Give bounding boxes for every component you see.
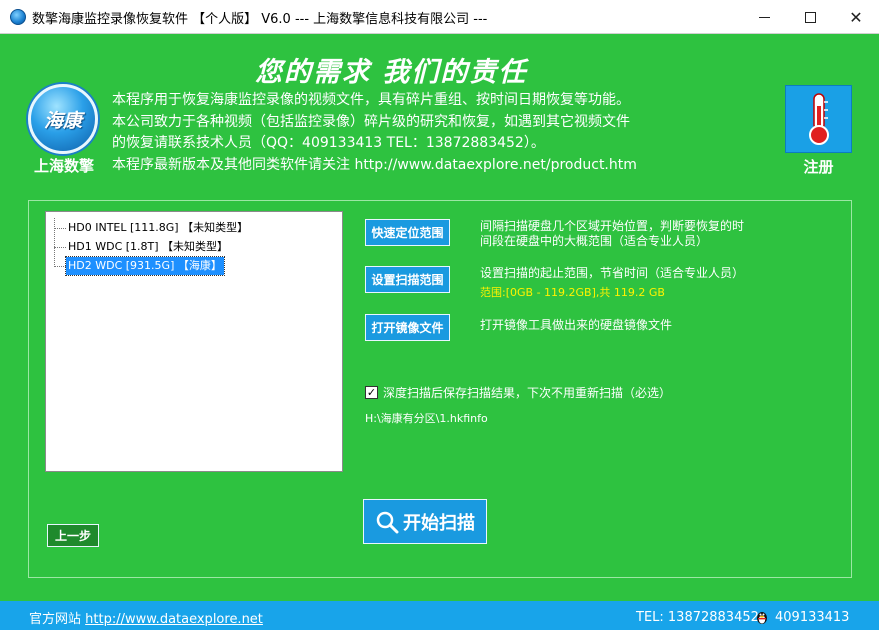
minimize-icon <box>758 16 770 18</box>
thermometer-icon <box>808 93 829 145</box>
scan-range-text: 范围:[0GB - 119.2GB],共 119.2 GB <box>480 286 665 299</box>
maximize-button[interactable] <box>787 0 833 34</box>
company-logo: 海康 <box>28 84 98 154</box>
disk-label: HD1 WDC [1.8T] 【未知类型】 <box>68 240 229 253</box>
footer-bar: 官方网站 http://www.dataexplore.net TEL: 138… <box>0 601 879 630</box>
maximize-icon <box>804 11 816 23</box>
tree-connector <box>54 266 66 267</box>
description-line: 本程序最新版本及其他同类软件请关注 http://www.dataexplore… <box>112 156 637 173</box>
title-bar: 数擎海康监控录像恢复软件 【个人版】 V6.0 --- 上海数擎信息科技有限公司… <box>0 0 879 34</box>
set-range-description: 设置扫描的起止范围，节省时间（适合专业人员） <box>480 266 745 280</box>
description-line: 本公司致力于各种视频（包括监控录像）碎片级的研究和恢复，如遇到其它视频文件 <box>112 113 630 130</box>
site-label: 官方网站 <box>29 612 82 627</box>
close-icon: ✕ <box>849 7 863 27</box>
quick-locate-button[interactable]: 快速定位范围 <box>365 219 450 246</box>
save-results-checkbox[interactable]: ✓ <box>365 385 378 399</box>
open-image-button[interactable]: 打开镜像文件 <box>365 314 450 341</box>
description-line: 的恢复请联系技术人员（QQ：409133413 TEL：13872883452）… <box>112 135 545 151</box>
start-scan-button[interactable]: 开始扫描 <box>363 499 487 544</box>
disk-tree[interactable]: HD0 INTEL [111.8G] 【未知类型】 HD1 WDC [1.8T]… <box>45 211 343 472</box>
quick-locate-description: 间隔扫描硬盘几个区域开始位置，判断要恢复的时 间段在硬盘中的大概范围（适合专业人… <box>480 219 744 249</box>
footer-tel: TEL: 13872883452 <box>636 610 759 625</box>
save-results-option[interactable]: ✓ 深度扫描后保存扫描结果，下次不用重新扫描（必选） <box>365 384 671 400</box>
disk-label: HD0 INTEL [111.8G] 【未知类型】 <box>68 221 249 234</box>
minimize-button[interactable] <box>741 0 787 34</box>
footer-qq: 409133413 <box>775 610 850 625</box>
logo-caption: 上海数擎 <box>33 157 94 175</box>
register-button[interactable] <box>785 85 852 153</box>
tree-connector <box>54 247 66 248</box>
description-line: 本程序用于恢复海康监控录像的视频文件，具有碎片重组、按时间日期恢复等功能。 <box>112 92 630 108</box>
close-button[interactable]: ✕ <box>833 0 879 34</box>
window-title: 数擎海康监控录像恢复软件 【个人版】 V6.0 --- 上海数擎信息科技有限公司… <box>32 12 488 27</box>
save-results-label[interactable]: 深度扫描后保存扫描结果，下次不用重新扫描（必选） <box>383 384 671 401</box>
logo-text: 海康 <box>43 109 82 132</box>
official-site: 官方网站 http://www.dataexplore.net <box>29 608 263 627</box>
description-line: 间段在硬盘中的大概范围（适合专业人员） <box>480 234 709 248</box>
tree-connector <box>54 228 66 229</box>
tree-connector <box>54 218 55 265</box>
disk-label: HD2 WDC [931.5G] 【海康】 <box>65 256 225 276</box>
open-image-description: 打开镜像工具做出来的硬盘镜像文件 <box>480 318 673 332</box>
search-icon <box>376 511 399 533</box>
save-path: H:\海康有分区\1.hkfinfo <box>365 412 488 425</box>
set-range-button[interactable]: 设置扫描范围 <box>365 266 450 293</box>
description-line: 间隔扫描硬盘几个区域开始位置，判断要恢复的时 <box>480 219 745 233</box>
start-scan-label: 开始扫描 <box>403 512 475 534</box>
back-button[interactable]: 上一步 <box>47 524 99 547</box>
qq-penguin-icon <box>757 612 767 624</box>
register-label[interactable]: 注册 <box>785 156 852 177</box>
program-description: 本程序用于恢复海康监控录像的视频文件，具有碎片重组、按时间日期恢复等功能。 本公… <box>112 90 712 176</box>
app-icon <box>10 9 26 25</box>
site-link[interactable]: http://www.dataexplore.net <box>85 612 263 627</box>
slogan: 您的需求 我们的责任 <box>255 57 528 88</box>
